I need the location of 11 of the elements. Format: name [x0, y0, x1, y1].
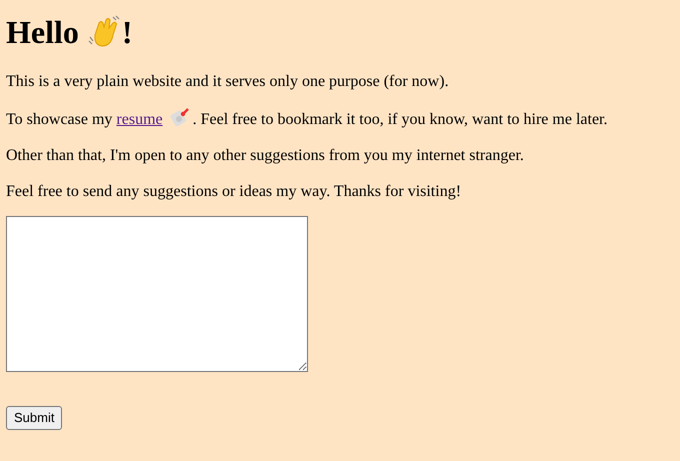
waving-hand-icon	[86, 15, 121, 49]
suggestion-field[interactable]	[6, 216, 308, 372]
intro-paragraph: Feel free to send any suggestions or ideas my way. Thanks for visiting!	[6, 182, 462, 202]
heading-exclamation: !	[122, 13, 133, 52]
resume-link[interactable]: resume	[116, 111, 163, 128]
intro-paragraph: This is a very plain website and it serves only one purpose (for now).	[6, 72, 450, 92]
page-heading: Hello	[6, 13, 79, 52]
pinned-note-icon	[170, 108, 190, 126]
intro-paragraph: Other than that, I'm open to any other suggestions from you my internet stranger.	[6, 146, 525, 166]
resume-paragraph: To showcase my resume . Feel free to bookmark it too, if you know, want to hire me later.	[6, 108, 674, 130]
submit-button[interactable]: Submit	[6, 406, 62, 430]
